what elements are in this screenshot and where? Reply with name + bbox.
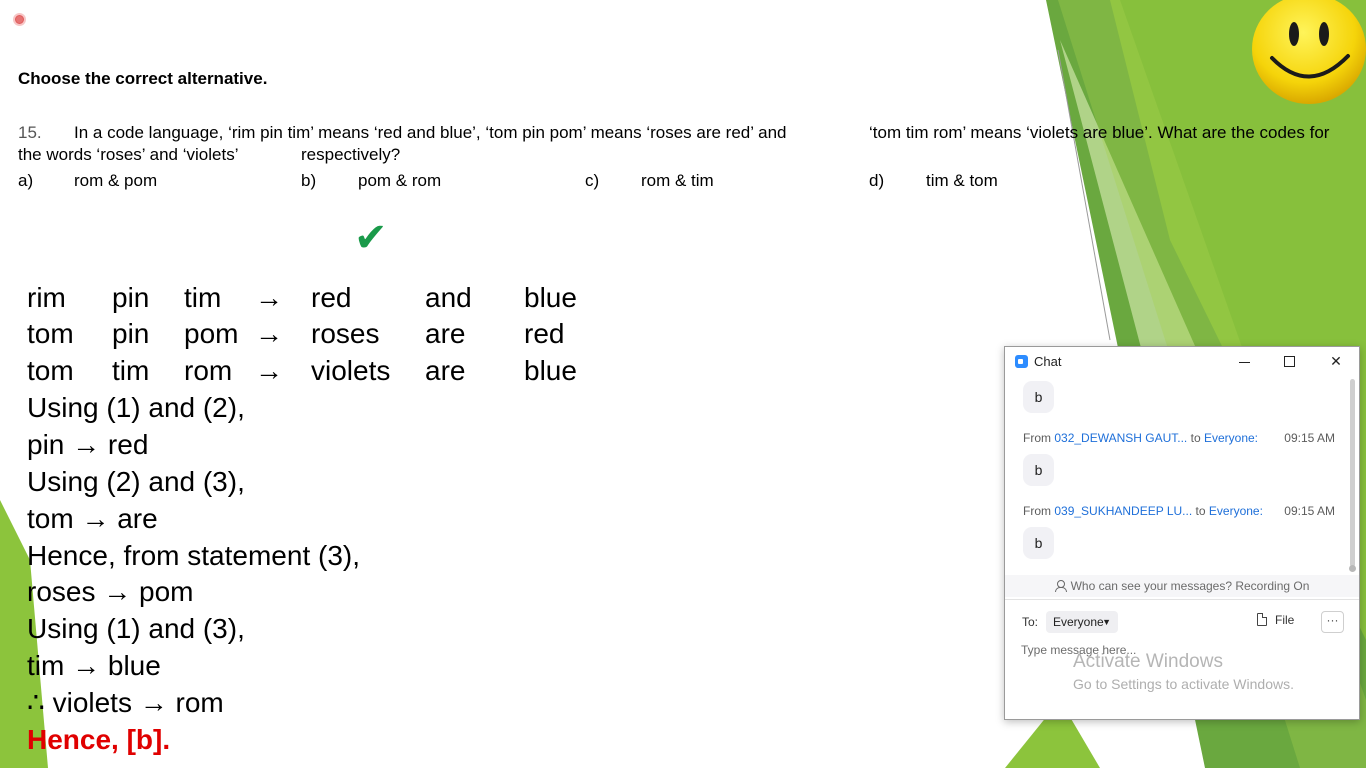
solution-step-4: tom → are [27, 503, 158, 534]
code-row2-col2: pin [112, 318, 150, 349]
option-a-text: rom & pom [74, 171, 158, 190]
file-button[interactable]: File [1257, 613, 1294, 627]
code-row1-col1: rim [27, 282, 66, 313]
close-icon[interactable]: ✕ [1322, 351, 1350, 373]
chat-scrollbar[interactable] [1349, 379, 1356, 572]
code-row1-col3: tim [184, 282, 222, 313]
question-text-line2b: respectively? [301, 145, 401, 164]
question-text-line1b: ‘tom tim rom’ means ‘violets are blue’. … [869, 123, 1330, 142]
file-icon [1257, 613, 1267, 626]
code-row2-word2: are [425, 318, 466, 349]
question-text-line2a: the words ‘roses’ and ‘violets’ [18, 145, 239, 164]
solution-step-8: tim → blue [27, 650, 161, 681]
correct-checkmark-icon: ✔ [354, 215, 388, 261]
option-d-text: tim & tom [926, 171, 998, 190]
privacy-notice[interactable]: Who can see your messages? Recording On [1005, 575, 1359, 597]
solution-step-5: Hence, from statement (3), [27, 540, 361, 571]
solution-step-6: roses → pom [27, 576, 194, 607]
maximize-icon[interactable] [1276, 351, 1304, 373]
option-b-key: b) [301, 171, 317, 190]
chat-scrollbar-thumb[interactable] [1350, 379, 1355, 567]
from-label: From [1023, 431, 1051, 445]
question-number-text: 15. [18, 123, 42, 142]
chat-message-meta: From 039_SUKHANDEEP LU... to Everyone: 0… [1023, 504, 1335, 518]
option-d-key: d) [869, 171, 885, 190]
chat-message-bubble: b [1023, 527, 1054, 559]
person-icon [1054, 580, 1067, 592]
privacy-notice-text: Who can see your messages? Recording On [1070, 579, 1310, 593]
chat-message-bubble: b [1023, 381, 1054, 413]
code-row1-word3: blue [524, 282, 577, 313]
code-row2-col3: pom [184, 318, 239, 349]
recording-indicator-icon [13, 13, 26, 26]
recipient-name[interactable]: Everyone: [1204, 431, 1258, 445]
code-row1-word2: and [425, 282, 472, 313]
code-row3-col2: tim [112, 355, 150, 386]
solution-step-2: pin → red [27, 429, 149, 460]
instruction-heading: Choose the correct alternative. [18, 69, 268, 88]
to-label-text: to [1190, 431, 1201, 445]
solution-step-7: Using (1) and (3), [27, 613, 245, 644]
to-label-text: to [1195, 504, 1206, 518]
chat-message-meta: From 032_DEWANSH GAUT... to Everyone: 09… [1023, 431, 1335, 445]
code-row1-word1: red [311, 282, 352, 313]
code-row2-arrow: → [255, 318, 283, 349]
question-number: 15. [18, 122, 42, 144]
code-row3-arrow: → [255, 355, 283, 386]
code-row3-word2: are [425, 355, 466, 386]
message-time: 09:15 AM [1284, 431, 1335, 445]
code-row3-col3: rom [184, 355, 233, 386]
chat-title: Chat [1034, 354, 1062, 369]
option-b-text: pom & rom [358, 171, 442, 190]
code-row2-col1: tom [27, 318, 74, 349]
recipient-dropdown-value: Everyone [1053, 615, 1104, 629]
more-options-button[interactable]: ··· [1321, 611, 1344, 633]
zoom-logo-icon [1015, 355, 1028, 368]
option-c-text: rom & tim [641, 171, 714, 190]
code-row3-word1: violets [311, 355, 391, 386]
sender-name[interactable]: 039_SUKHANDEEP LU... [1054, 504, 1192, 518]
code-row3-col1: tom [27, 355, 74, 386]
activate-windows-subtitle: Go to Settings to activate Windows. [1073, 676, 1294, 692]
activate-windows-title: Activate Windows [1073, 651, 1223, 672]
chat-message-bubble: b [1023, 454, 1054, 486]
message-time: 09:15 AM [1284, 504, 1335, 518]
chat-titlebar[interactable]: Chat ✕ [1005, 347, 1359, 377]
chat-scrollbar-end [1349, 565, 1356, 572]
answer-text: Hence, [b]. [27, 724, 171, 755]
code-row2-word3: red [524, 318, 565, 349]
option-c-key: c) [585, 171, 600, 190]
solution-step-9: ∴ violets → rom [27, 687, 224, 718]
divider [1005, 599, 1359, 600]
recipient-dropdown[interactable]: Everyone ▼ [1046, 611, 1118, 633]
sender-name[interactable]: 032_DEWANSH GAUT... [1054, 431, 1187, 445]
from-label: From [1023, 504, 1051, 518]
recipient-label: To: [1022, 615, 1039, 629]
code-row1-arrow: → [255, 282, 283, 313]
file-button-label: File [1275, 613, 1295, 627]
question-text-line1a: In a code language, ‘rim pin tim’ means … [74, 123, 787, 142]
chevron-down-icon: ▼ [1102, 617, 1111, 627]
solution-step-3: Using (2) and (3), [27, 466, 245, 497]
solution-step-1: Using (1) and (2), [27, 392, 245, 423]
code-row3-word3: blue [524, 355, 577, 386]
option-a-key: a) [18, 171, 34, 190]
smiley-icon [1252, 0, 1366, 104]
recipient-name[interactable]: Everyone: [1209, 504, 1263, 518]
minimize-icon[interactable] [1231, 351, 1259, 373]
code-row1-col2: pin [112, 282, 150, 313]
code-row2-word1: roses [311, 318, 380, 349]
